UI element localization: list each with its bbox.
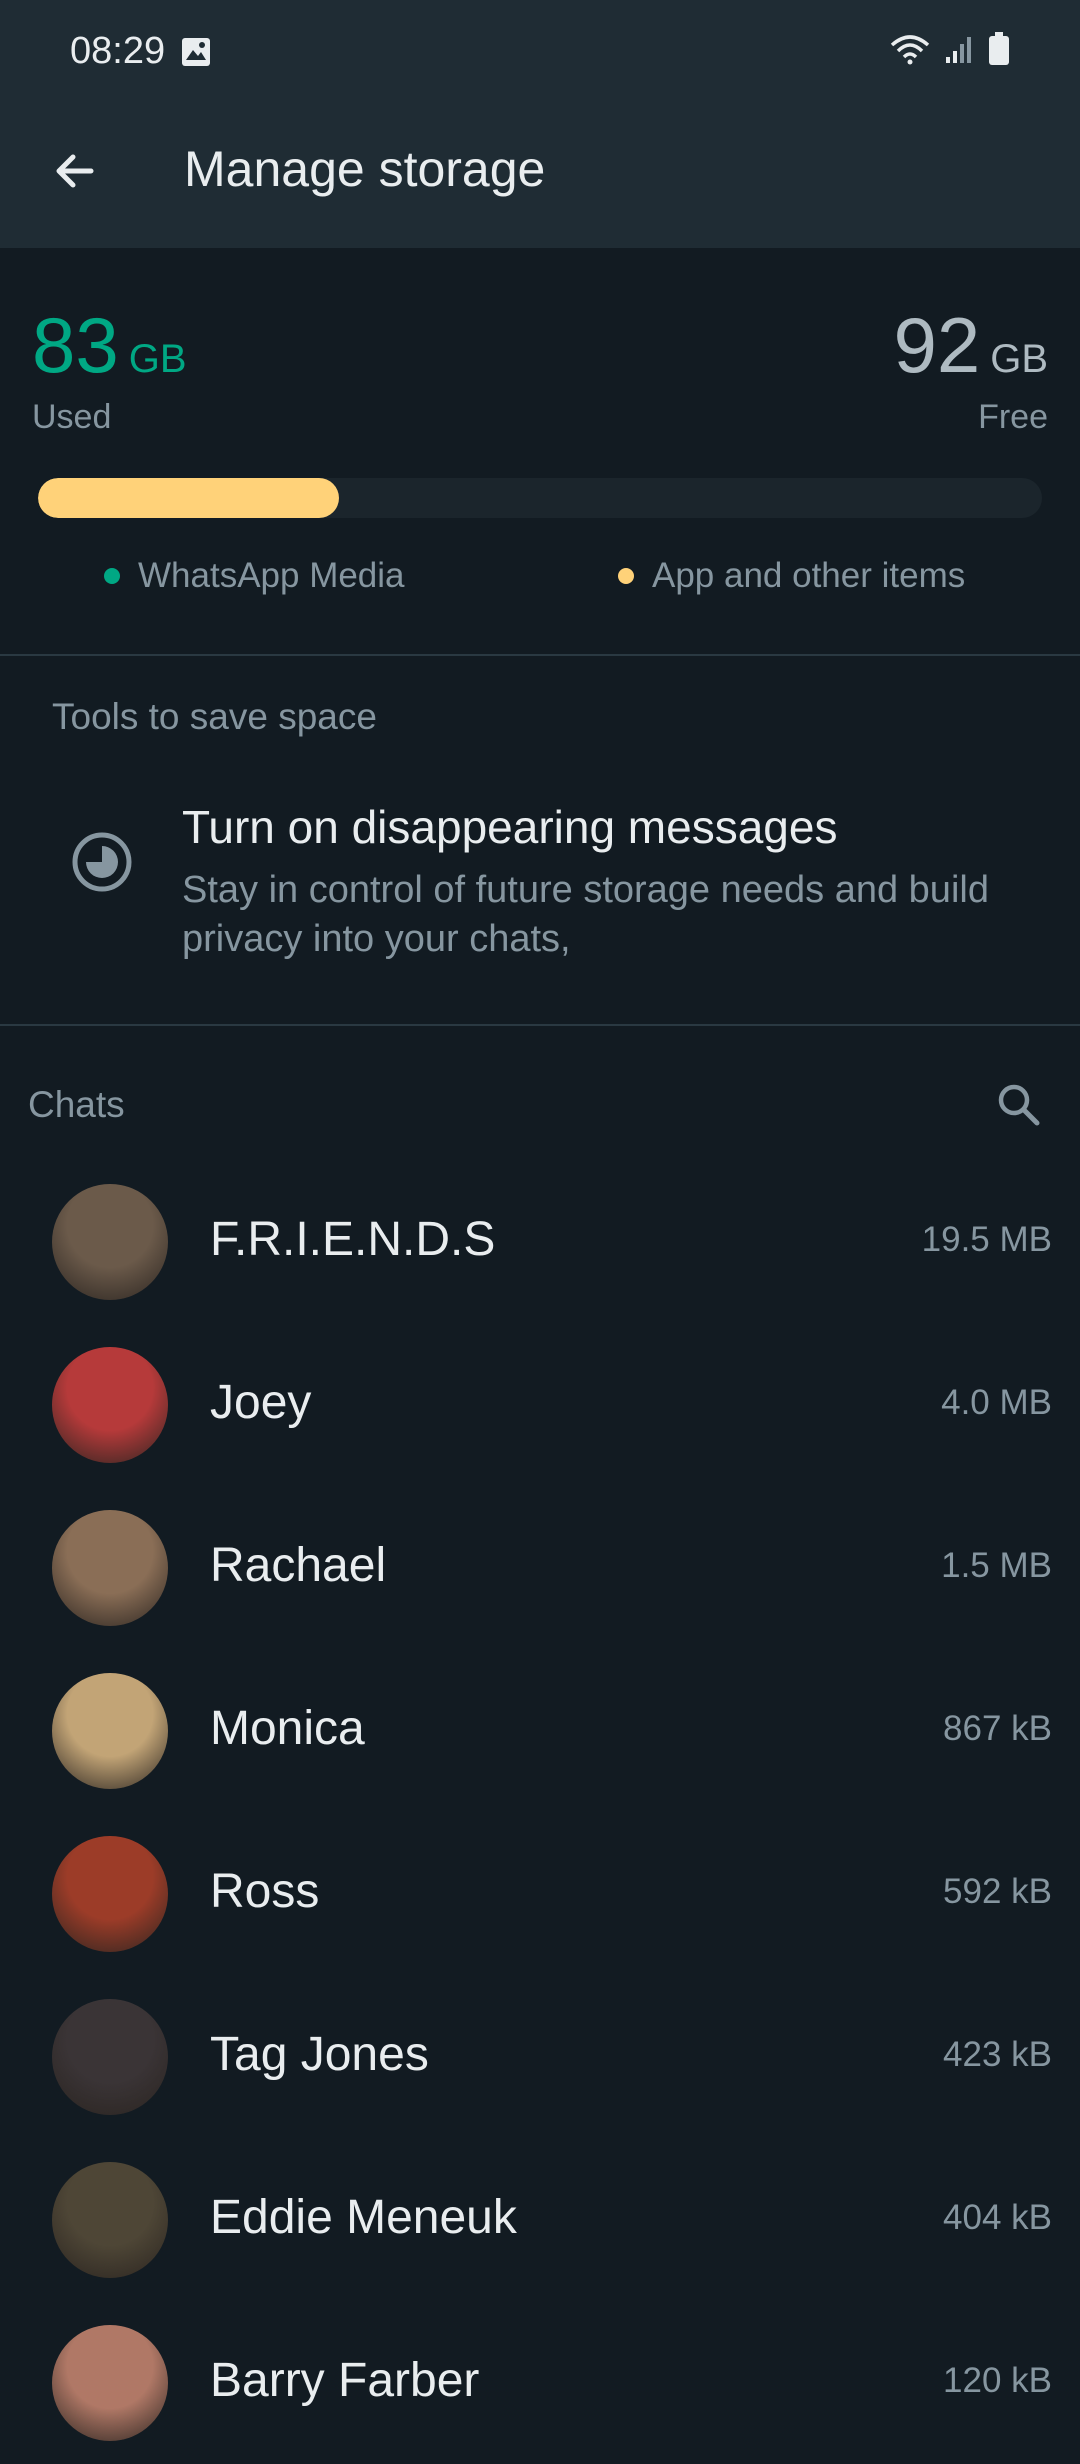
chat-row[interactable]: Ross 592 kB: [0, 1812, 1080, 1975]
legend-app-items: App and other items: [618, 556, 965, 596]
wifi-icon: [890, 33, 930, 70]
battery-icon: [988, 32, 1010, 71]
legend-label-media: WhatsApp Media: [138, 556, 405, 595]
disappearing-messages-tool[interactable]: Turn on disappearing messages Stay in co…: [0, 780, 1080, 1000]
legend-dot-media: [104, 568, 120, 584]
chat-name: Monica: [210, 1702, 365, 1755]
chat-name: Rachael: [210, 1539, 387, 1592]
legend-label-app: App and other items: [652, 556, 966, 595]
avatar: [52, 1347, 168, 1463]
free-label: Free: [978, 398, 1048, 436]
chat-size: 19.5 MB: [921, 1220, 1052, 1259]
chat-row[interactable]: Joey 4.0 MB: [0, 1323, 1080, 1486]
avatar: [52, 1184, 168, 1300]
divider: [0, 654, 1080, 656]
chat-name: Joey: [210, 1376, 312, 1429]
chat-size: 423 kB: [943, 2035, 1052, 2074]
free-amount: 92 GB: [893, 306, 1048, 384]
status-time: 08:29: [70, 30, 166, 72]
chat-row[interactable]: Tag Jones 423 kB: [0, 1975, 1080, 2138]
avatar: [52, 1510, 168, 1626]
back-button[interactable]: [40, 138, 110, 208]
free-unit: GB: [990, 337, 1048, 381]
status-bar: 08:29: [0, 0, 1080, 110]
avatar: [52, 1836, 168, 1952]
legend-dot-app: [618, 568, 634, 584]
arrow-left-icon: [51, 147, 99, 200]
chat-list: F.R.I.E.N.D.S 19.5 MB Joey 4.0 MB Rachae…: [0, 1160, 1080, 2464]
legend-whatsapp-media: WhatsApp Media: [104, 556, 405, 596]
chat-name: Tag Jones: [210, 2028, 429, 2081]
chat-row[interactable]: Eddie Meneuk 404 kB: [0, 2138, 1080, 2301]
chat-size: 1.5 MB: [941, 1546, 1052, 1585]
search-button[interactable]: [988, 1076, 1048, 1136]
chat-name: Eddie Meneuk: [210, 2191, 517, 2244]
chat-row[interactable]: Monica 867 kB: [0, 1649, 1080, 1812]
storage-summary: 83 GB Used 92 GB Free WhatsApp Media App a…: [0, 248, 1080, 654]
used-value: 83: [32, 301, 119, 389]
chat-size: 592 kB: [943, 1872, 1052, 1911]
chat-name: F.R.I.E.N.D.S: [210, 1213, 496, 1266]
avatar: [52, 1999, 168, 2115]
signal-icon: [944, 33, 974, 70]
divider: [0, 1024, 1080, 1026]
avatar: [52, 2162, 168, 2278]
status-icons: [890, 32, 1010, 71]
avatar: [52, 1673, 168, 1789]
used-label: Used: [32, 398, 112, 436]
used-unit: GB: [128, 337, 187, 381]
avatar: [52, 2325, 168, 2441]
search-icon: [994, 1080, 1042, 1133]
disappearing-timer-icon: [70, 830, 134, 894]
tool-description: Stay in control of future storage needs …: [182, 869, 989, 960]
chat-row[interactable]: Rachael 1.5 MB: [0, 1486, 1080, 1649]
gallery-icon: [180, 36, 212, 73]
chat-row[interactable]: F.R.I.E.N.D.S 19.5 MB: [0, 1160, 1080, 1323]
free-value: 92: [893, 301, 981, 389]
chat-row[interactable]: Barry Farber 120 kB: [0, 2301, 1080, 2464]
page-title: Manage storage: [184, 141, 546, 197]
chat-size: 4.0 MB: [941, 1383, 1052, 1422]
used-amount: 83 GB: [32, 306, 187, 384]
app-bar: Manage storage: [0, 110, 1080, 248]
tools-header: Tools to save space: [52, 696, 377, 737]
chat-size: 404 kB: [943, 2198, 1052, 2237]
storage-bar: [38, 478, 1042, 518]
chat-size: 120 kB: [943, 2361, 1052, 2400]
chat-size: 867 kB: [943, 1709, 1052, 1748]
chat-name: Ross: [210, 1865, 320, 1918]
tool-title: Turn on disappearing messages: [182, 801, 838, 853]
storage-bar-fill: [38, 478, 340, 518]
chats-header: Chats: [28, 1084, 125, 1125]
